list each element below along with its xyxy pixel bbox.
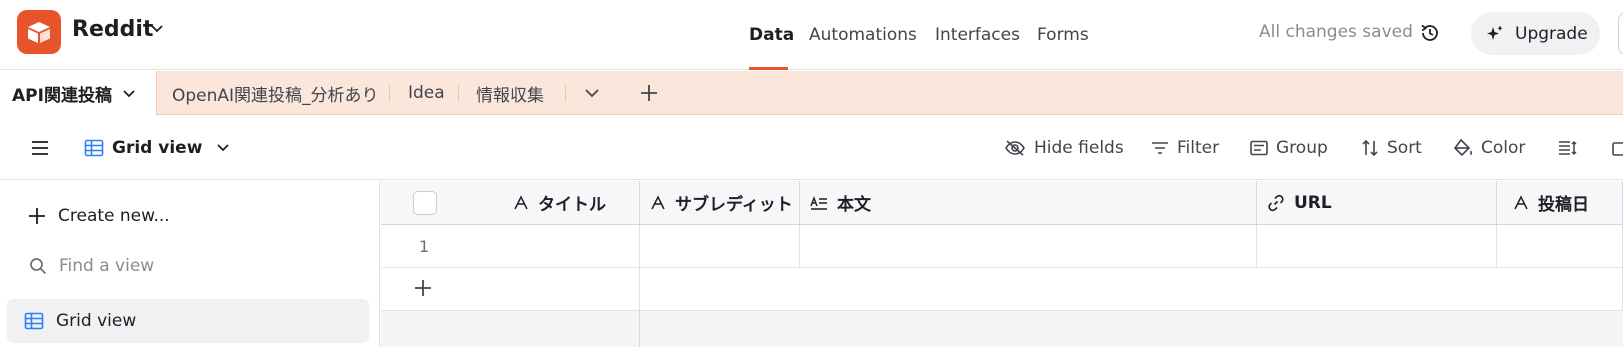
view-name: Grid view — [112, 138, 203, 158]
find-view-input[interactable]: Find a view — [29, 251, 154, 281]
link-icon — [1268, 194, 1284, 211]
create-new-label: Create new... — [58, 206, 170, 226]
nav-forms[interactable]: Forms — [1037, 0, 1089, 70]
tab-divider — [565, 85, 566, 102]
column-header-label: サブレディット — [675, 195, 793, 215]
share-icon — [1612, 142, 1623, 156]
view-bar: Grid view Hide fields Filter Group Sort … — [0, 116, 1623, 180]
active-table-label: API関連投稿 — [12, 86, 112, 106]
top-bar: Reddit Data Automations Interfaces Forms… — [0, 0, 1623, 70]
text-icon — [651, 194, 665, 209]
cell-subreddit[interactable] — [640, 225, 800, 268]
chevron-down-icon[interactable] — [150, 24, 164, 34]
column-header-title[interactable]: タイトル — [381, 181, 640, 225]
share-view-button[interactable] — [1612, 116, 1623, 180]
text-icon — [514, 194, 528, 209]
add-table-icon[interactable] — [639, 83, 659, 103]
upgrade-button[interactable]: Upgrade — [1471, 12, 1600, 55]
group-label: Group — [1276, 138, 1328, 158]
chevron-down-icon[interactable] — [584, 88, 600, 100]
select-all-checkbox[interactable] — [413, 191, 437, 215]
column-header-post-date[interactable]: 投稿日 — [1497, 181, 1623, 225]
add-record-row[interactable] — [640, 268, 1623, 311]
sort-icon — [1362, 139, 1378, 157]
tab-table-idea[interactable]: Idea — [408, 71, 445, 115]
menu-icon — [32, 141, 48, 155]
data-grid: タイトル サブレディット 本文 URL 投稿日 1 — [381, 181, 1623, 347]
hide-fields-label: Hide fields — [1034, 138, 1124, 158]
tab-active-table[interactable]: API関連投稿 — [0, 71, 157, 116]
sidebar-view-grid[interactable]: Grid view — [7, 299, 369, 343]
search-icon — [30, 258, 47, 275]
cell-post-date[interactable] — [1497, 225, 1623, 268]
grid-icon — [84, 139, 104, 157]
group-icon — [1250, 140, 1268, 156]
tables-bar: API関連投稿 OpenAI関連投稿_分析あり Idea 情報収集 — [0, 71, 1623, 116]
grid-icon — [24, 312, 44, 330]
nav-data[interactable]: Data — [749, 0, 794, 70]
plus-icon — [415, 280, 431, 296]
cell-url[interactable] — [1257, 225, 1497, 268]
nav-interfaces[interactable]: Interfaces — [935, 0, 1020, 70]
column-header-label: 本文 — [837, 195, 871, 215]
upgrade-label: Upgrade — [1515, 23, 1588, 44]
filter-button[interactable]: Filter — [1151, 116, 1219, 180]
row-number: 1 — [419, 237, 430, 256]
add-record-button[interactable] — [381, 268, 640, 311]
tab-divider — [389, 85, 390, 102]
sort-label: Sort — [1387, 138, 1422, 158]
color-button[interactable]: Color — [1453, 116, 1525, 180]
color-label: Color — [1481, 138, 1526, 158]
text-icon — [1514, 194, 1528, 209]
sidebar-view-label: Grid view — [56, 311, 137, 331]
nav-automations[interactable]: Automations — [809, 0, 917, 70]
account-button[interactable] — [1618, 12, 1623, 55]
group-button[interactable]: Group — [1250, 116, 1328, 180]
primary-column-divider — [381, 311, 640, 347]
column-header-label: URL — [1294, 192, 1332, 213]
sparkle-icon — [1487, 25, 1503, 40]
chevron-down-icon — [123, 89, 135, 97]
table-row[interactable]: 1 — [381, 225, 640, 268]
history-icon[interactable] — [1419, 22, 1441, 44]
column-header-label: タイトル — [538, 195, 606, 215]
cell-body[interactable] — [800, 225, 1257, 268]
column-header-label: 投稿日 — [1538, 195, 1589, 215]
row-height-button[interactable] — [1558, 116, 1586, 180]
row-height-icon — [1559, 140, 1577, 156]
plus-icon — [29, 208, 45, 224]
base-logo-icon[interactable] — [17, 10, 61, 54]
find-view-placeholder: Find a view — [59, 256, 155, 276]
chevron-down-icon — [217, 144, 230, 152]
column-header-subreddit[interactable]: サブレディット — [640, 181, 800, 225]
sort-button[interactable]: Sort — [1361, 116, 1422, 180]
tab-table-openai[interactable]: OpenAI関連投稿_分析あり — [172, 71, 379, 115]
active-nav-indicator — [749, 67, 788, 70]
eye-off-icon — [1005, 140, 1025, 156]
column-header-body[interactable]: 本文 — [800, 181, 1257, 225]
sidebar-toggle-button[interactable] — [30, 116, 58, 180]
paint-bucket-icon — [1453, 138, 1473, 157]
long-text-icon — [810, 195, 827, 210]
filter-icon — [1152, 142, 1168, 154]
save-status: All changes saved — [1259, 22, 1413, 42]
hide-fields-button[interactable]: Hide fields — [1004, 116, 1124, 180]
views-sidebar: Create new... Find a view Grid view — [0, 181, 380, 347]
create-new-view-button[interactable]: Create new... — [28, 201, 170, 231]
base-name[interactable]: Reddit — [72, 17, 153, 42]
view-switcher[interactable]: Grid view — [84, 116, 230, 180]
tab-table-info[interactable]: 情報収集 — [476, 71, 544, 115]
tab-divider — [458, 85, 459, 102]
filter-label: Filter — [1177, 138, 1220, 158]
column-header-url[interactable]: URL — [1257, 181, 1497, 225]
